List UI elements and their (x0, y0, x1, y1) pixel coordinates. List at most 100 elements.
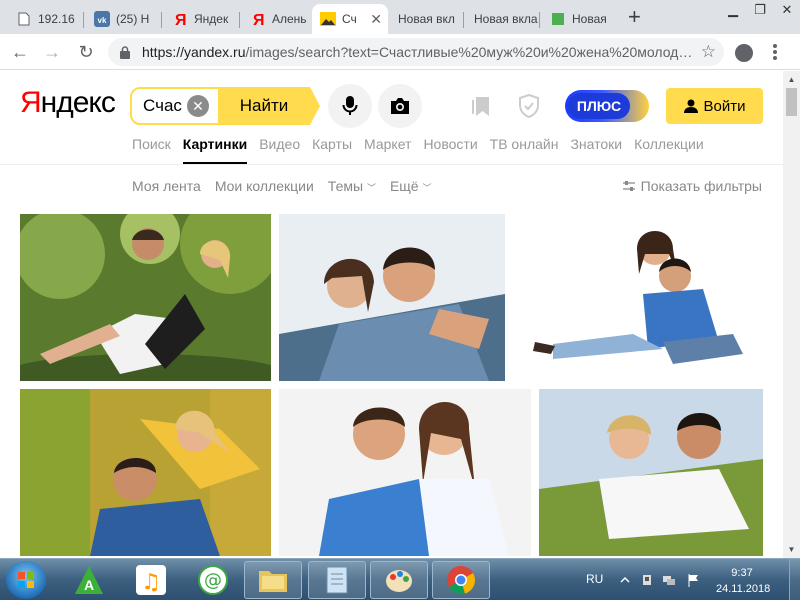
shield-icon[interactable] (516, 93, 542, 119)
tray-up-icon[interactable] (618, 573, 632, 587)
chevron-down-icon: ﹀ (366, 183, 376, 193)
start-button[interactable] (6, 561, 46, 599)
result-image-6[interactable] (539, 389, 763, 556)
show-filters-button[interactable]: Показать фильтры (622, 178, 762, 194)
language-indicator[interactable]: RU (586, 572, 603, 586)
svg-text:@: @ (204, 570, 222, 591)
green-square-icon (550, 11, 566, 27)
svg-text:♫: ♫ (141, 570, 161, 595)
chrome-icon[interactable] (432, 561, 490, 599)
music-icon[interactable]: ♫ (122, 561, 180, 599)
login-label: Войти (703, 97, 746, 115)
themes-dropdown[interactable]: Темы ﹀ (328, 178, 376, 194)
browser-toolbar: ← → ↻ https://yandex.ru/images/search?te… (0, 34, 800, 70)
scroll-up-icon[interactable]: ▲ (783, 71, 800, 88)
header-divider (0, 164, 800, 165)
result-image-4[interactable] (20, 389, 271, 556)
scrollbar-thumb[interactable] (786, 88, 797, 116)
filters-label: Показать фильтры (640, 178, 762, 194)
profile-icon[interactable] (735, 44, 753, 62)
tab-title: Новая (572, 12, 607, 26)
my-feed-link[interactable]: Моя лента (132, 178, 201, 194)
more-dropdown[interactable]: Ещё ﹀ (390, 178, 432, 194)
tab-2[interactable]: Я Яндек (164, 4, 240, 34)
tab-title: Яндек (194, 12, 229, 26)
voice-search-button[interactable] (328, 84, 372, 128)
tab-6[interactable]: Новая вкла (466, 4, 540, 34)
back-icon[interactable]: ← (8, 40, 32, 64)
search-query: Счас (143, 96, 182, 115)
menu-icon[interactable] (773, 44, 777, 60)
aimp-icon[interactable]: A (60, 561, 118, 599)
close-window-icon[interactable]: ✕ (774, 0, 800, 20)
action-center-flag-icon[interactable] (686, 573, 700, 587)
result-image-2[interactable] (279, 214, 505, 381)
user-icon (683, 99, 698, 113)
service-search[interactable]: Поиск (132, 136, 171, 164)
mail-icon[interactable]: @ (184, 561, 242, 599)
restore-icon[interactable]: ❐ (747, 0, 773, 20)
yandex-icon: Я (250, 11, 266, 27)
svg-text:Я: Я (175, 12, 187, 27)
paint-icon[interactable] (370, 561, 428, 599)
service-video[interactable]: Видео (259, 136, 300, 164)
service-tv[interactable]: ТВ онлайн (490, 136, 559, 164)
tab-1[interactable]: vk (25) Н (86, 4, 162, 34)
result-image-5[interactable] (279, 389, 531, 556)
vk-icon: vk (94, 11, 110, 27)
image-search-button[interactable] (378, 84, 422, 128)
result-image-1[interactable] (20, 214, 271, 381)
folder-icon[interactable] (244, 561, 302, 599)
result-image-3[interactable] (513, 214, 763, 381)
microphone-icon (342, 96, 358, 115)
images-subnav: Моя лента Мои коллекции Темы ﹀ Ещё ﹀ (132, 178, 446, 194)
tab-title: Новая вкл (398, 12, 455, 26)
search-button[interactable]: Найти (218, 87, 320, 125)
minimize-icon[interactable]: ▁ (720, 0, 746, 20)
clock-time: 9:37 (731, 567, 753, 579)
svg-text:vk: vk (98, 16, 107, 25)
bookmark-star-icon[interactable]: ☆ (701, 42, 716, 62)
my-collections-link[interactable]: Мои коллекции (215, 178, 314, 194)
notepad-icon[interactable] (308, 561, 366, 599)
network-icon[interactable] (662, 573, 676, 587)
lock-icon (120, 45, 132, 59)
scroll-down-icon[interactable]: ▼ (783, 541, 800, 558)
close-tab-icon[interactable]: ✕ (370, 11, 382, 27)
service-images[interactable]: Картинки (182, 136, 248, 164)
service-znatoki[interactable]: Знатоки (570, 136, 622, 164)
svg-text:A: A (84, 577, 94, 593)
tab-title: 192.16 (38, 12, 75, 26)
tab-4-active[interactable]: Сч ✕ (312, 4, 388, 34)
url-path: /images/search?text=Счастливые%20муж%20и… (245, 44, 693, 60)
page-scrollbar[interactable]: ▲ ▼ (783, 71, 800, 558)
service-market[interactable]: Маркет (364, 136, 411, 164)
tab-title: Сч (342, 12, 357, 26)
tab-7[interactable]: Новая (542, 4, 618, 34)
clock-date: 24.11.2018 (716, 583, 771, 595)
tab-title: Алень (272, 12, 307, 26)
service-collections[interactable]: Коллекции (634, 136, 704, 164)
tab-0[interactable]: 192.16 (8, 4, 84, 34)
show-desktop-button[interactable] (789, 559, 800, 600)
tab-5[interactable]: Новая вкл (390, 4, 464, 34)
new-tab-button[interactable]: + (628, 6, 641, 28)
system-clock[interactable]: 9:37 24.11.2018 (716, 565, 771, 597)
collections-bookmark-icon[interactable] (468, 93, 494, 119)
tab-title: Новая вкла (474, 12, 538, 26)
reload-icon[interactable]: ↻ (74, 40, 98, 64)
forward-icon[interactable]: → (40, 40, 64, 64)
login-button[interactable]: Войти (666, 88, 763, 124)
images-icon (320, 11, 336, 27)
yandex-icon: Я (172, 11, 188, 27)
clear-icon[interactable]: ✕ (187, 95, 209, 117)
plus-label: ПЛЮС (568, 93, 630, 119)
yandex-logo[interactable]: Яндекс (20, 86, 116, 120)
tab-3[interactable]: Я Алень (242, 4, 312, 34)
svg-text:Я: Я (253, 12, 265, 27)
address-bar[interactable]: https://yandex.ru/images/search?text=Сча… (108, 38, 724, 66)
usb-device-icon[interactable] (640, 573, 654, 587)
service-news[interactable]: Новости (423, 136, 477, 164)
service-maps[interactable]: Карты (312, 136, 352, 164)
plus-button[interactable]: ПЛЮС (565, 90, 649, 122)
